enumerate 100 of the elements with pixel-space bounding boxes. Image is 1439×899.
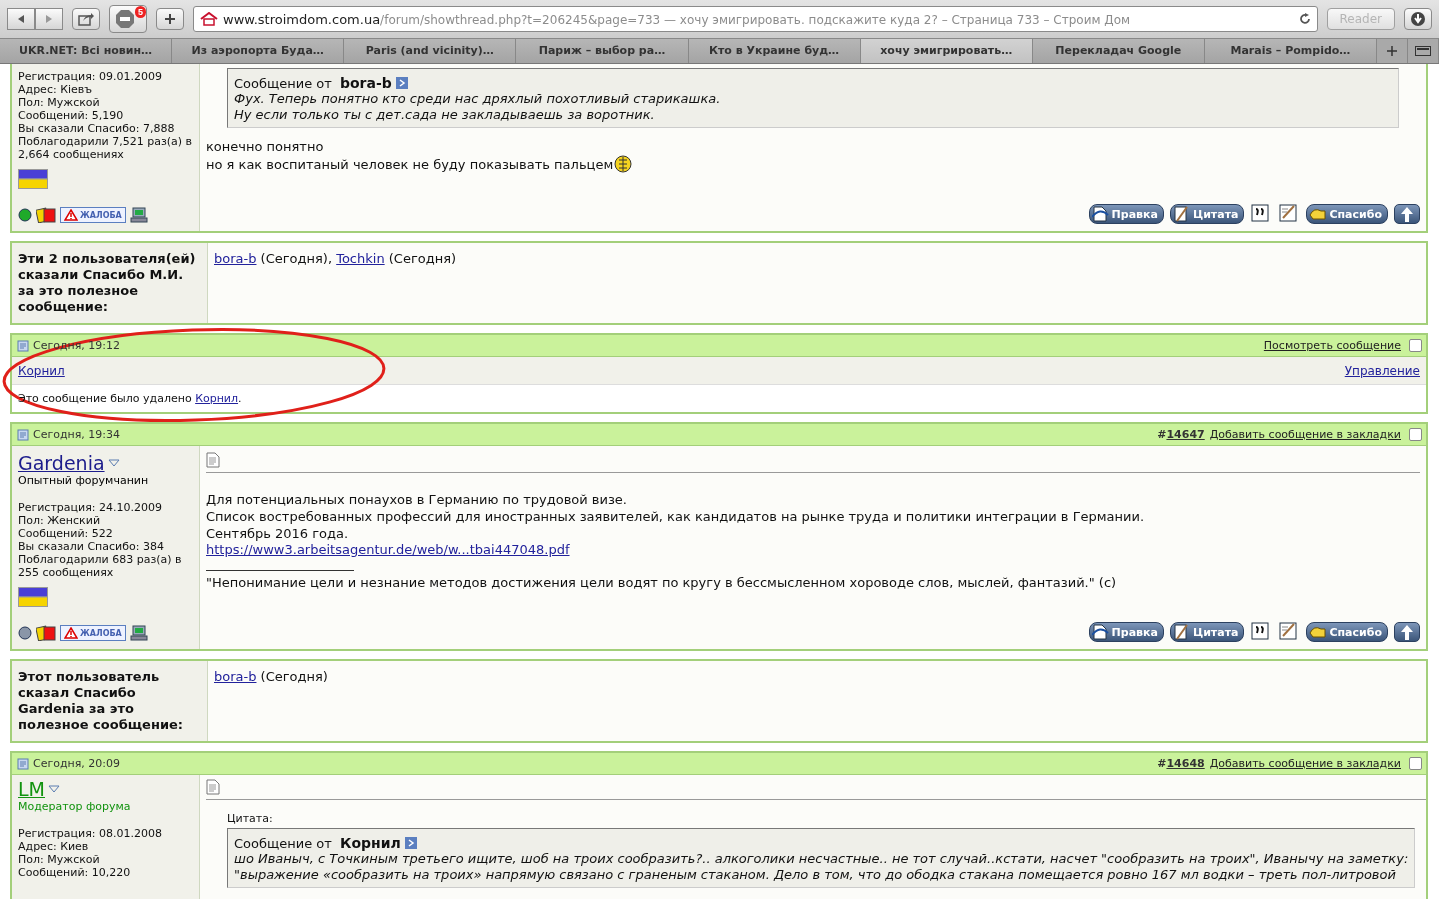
address-field[interactable]: www.stroimdom.com.ua/forum/showthread.php?t=206245&page=733 — хочу эмигрировать. подскажите куда 2? – Страница 733 – Строим Дом	[193, 6, 1318, 32]
checkbox[interactable]	[1409, 757, 1422, 770]
user-stat: Сообщений: 10,220	[18, 866, 132, 879]
count-badge: 5	[135, 6, 146, 18]
plus-icon	[164, 13, 176, 25]
back-button[interactable]	[7, 8, 35, 30]
user-stat: Пол: Женский	[18, 514, 102, 527]
dropdown-icon[interactable]	[107, 459, 120, 467]
post-text: Список востребованных профессий для иностранных заявителей, как кандидатов на рынке труда и политики интеграции в Германии.	[206, 508, 1146, 525]
reload-icon[interactable]	[1298, 13, 1311, 25]
up-arrow-button[interactable]	[1394, 204, 1420, 224]
computer-icon[interactable]	[129, 207, 148, 223]
stop-sign-icon	[115, 9, 135, 29]
forward-button[interactable]	[35, 8, 63, 30]
document-icon	[206, 779, 220, 795]
left-arrow-icon	[16, 14, 26, 24]
cards-icon[interactable]	[36, 207, 56, 223]
house-icon	[200, 12, 218, 26]
quote-text: шо Иваныч, с Точкиным третьего ищите, шоб на троих сообразить?.. алкоголики несчастные.. не тот случай..кстати, насчет "сообразить на троих", Иванычу на заметку:	[234, 851, 1409, 867]
post-icon	[17, 757, 29, 770]
post-date: Сегодня, 19:34	[33, 428, 121, 441]
computer-icon[interactable]	[129, 625, 148, 641]
user-title: Опытный форумчанин	[18, 474, 149, 487]
bookmark-link[interactable]: Добавить сообщение в закладки	[1209, 757, 1401, 770]
user-stat: Поблагодарили 7,521 раз(а) в 2,664 сообщениях	[18, 135, 194, 161]
edit-button[interactable]: Правка	[1088, 622, 1164, 642]
post-link[interactable]: https://www3.arbeitsagentur.de/web/w...tbai447048.pdf	[206, 542, 1420, 558]
user-link[interactable]: bora-b	[214, 669, 257, 684]
browser-tab[interactable]: хочу эмигрировать…	[860, 39, 1033, 63]
user-stat: Адрес: Кiевъ	[18, 83, 94, 96]
post-number: #14648	[1157, 757, 1205, 770]
plus-icon	[1387, 46, 1397, 56]
quote-button[interactable]: Цитата	[1169, 622, 1245, 642]
post-icon	[17, 428, 29, 441]
user-stat: Вы сказали Спасибо: 7,888	[18, 122, 176, 135]
user-stat: Пол: Мужской	[18, 96, 101, 109]
browser-tab[interactable]: UKR.NET: Всі новин…	[0, 39, 173, 63]
post-number-link[interactable]: 14647	[1166, 428, 1205, 441]
flag-icon	[18, 587, 48, 607]
bookmark-link[interactable]: Добавить сообщение в закладки	[1209, 428, 1401, 441]
add-bookmark-button[interactable]	[156, 8, 184, 30]
checkbox[interactable]	[1409, 428, 1422, 441]
user-stat: Сообщений: 5,190	[18, 109, 125, 122]
post-number-link[interactable]: 14648	[1166, 757, 1205, 770]
page-pen-icon	[1172, 205, 1191, 223]
browser-tab[interactable]: Marais – Pompido…	[1204, 39, 1377, 63]
up-arrow-icon	[1398, 205, 1416, 223]
quote-author: Сообщение от Корнил	[234, 835, 1409, 851]
quote-text: "выражение «сообразить на троих» напрямую связано с граненым стаканом. Дело в том, что до ободка стакана помещается ровно 167 мл водки – треть пол-литровой	[234, 867, 1397, 883]
post-number: #14647	[1157, 428, 1205, 441]
page-curve-icon	[1091, 205, 1110, 223]
username-link[interactable]: Корнил	[195, 392, 239, 405]
view-post-link[interactable]: Посмотреть сообщение	[1263, 339, 1401, 352]
manage-link[interactable]: Управление	[1344, 364, 1420, 378]
report-button[interactable]: ЖАЛОБА	[60, 207, 126, 223]
thanks-button[interactable]: Спасибо	[1306, 204, 1388, 224]
document-icon	[206, 452, 220, 468]
browser-tab[interactable]: Кто в Украине буд…	[688, 39, 861, 63]
quote-text: Ну если только ты с дет.сада не закладываешь за воротник.	[234, 107, 656, 123]
post-text: конечно понятно	[206, 138, 325, 155]
post-text: Для потенциальных понаухов в Германию по трудовой визе.	[206, 491, 628, 508]
username-link[interactable]: Gardenia	[18, 452, 105, 474]
user-stat: Регистрация: 08.01.2008	[18, 827, 163, 840]
user-stat: Адрес: Киев	[18, 840, 90, 853]
quote-text: Фух. Теперь понятно кто среди нас дряхлый похотливый старикашка.	[234, 91, 722, 107]
adblock-button[interactable]: 5	[109, 5, 147, 33]
user-title: Модератор форума	[18, 800, 131, 813]
flag-icon	[18, 169, 48, 189]
user-stat: Вы сказали Спасибо: 384	[18, 540, 165, 553]
browser-tab[interactable]: Перекладач Google	[1032, 39, 1205, 63]
quote-author: Сообщение от bora-b	[234, 75, 1392, 91]
post-text: но я как воспитаный человек не буду показывать пальцем	[206, 155, 1420, 173]
post-text: Сентябрь 2016 года.	[206, 525, 350, 542]
edit-button[interactable]: Правка	[1088, 204, 1164, 224]
post-text: "Непонимание цели и незнание методов достижения цели водят по кругу в бессмысленном хороводе слов, мыслей, фантазий." (с)	[206, 574, 1118, 591]
user-link[interactable]: bora-b	[214, 251, 257, 266]
username-link[interactable]: LM	[18, 778, 45, 800]
dropdown-icon[interactable]	[48, 785, 60, 793]
browser-tab[interactable]: Из аэропорта Буда…	[172, 39, 345, 63]
share-button[interactable]	[72, 8, 100, 30]
report-button[interactable]: ЖАЛОБА	[60, 625, 126, 641]
user-link[interactable]: Tochkin	[336, 251, 385, 266]
up-arrow-icon	[1398, 623, 1416, 641]
username-link[interactable]: Корнил	[18, 364, 65, 378]
download-icon	[1410, 11, 1426, 27]
warning-icon	[64, 209, 78, 221]
post-date: Сегодня, 20:09	[33, 757, 121, 770]
thanks-button[interactable]: Спасибо	[1306, 622, 1388, 642]
browser-tab[interactable]: Paris (and vicinity)…	[344, 39, 517, 63]
thanks-users: bora-b (Сегодня)	[214, 669, 329, 684]
page-pen-icon	[1172, 623, 1191, 641]
browser-tab[interactable]: Париж – выбор ра…	[516, 39, 689, 63]
quote-button[interactable]: Цитата	[1169, 204, 1245, 224]
quote-label: Цитата:	[227, 812, 274, 825]
user-stat: Сообщений: 522	[18, 527, 114, 540]
up-arrow-button[interactable]	[1394, 622, 1420, 642]
download-button[interactable]	[1404, 8, 1432, 30]
checkbox[interactable]	[1409, 339, 1422, 352]
right-arrow-icon	[44, 14, 54, 24]
cards-icon[interactable]	[36, 625, 56, 641]
